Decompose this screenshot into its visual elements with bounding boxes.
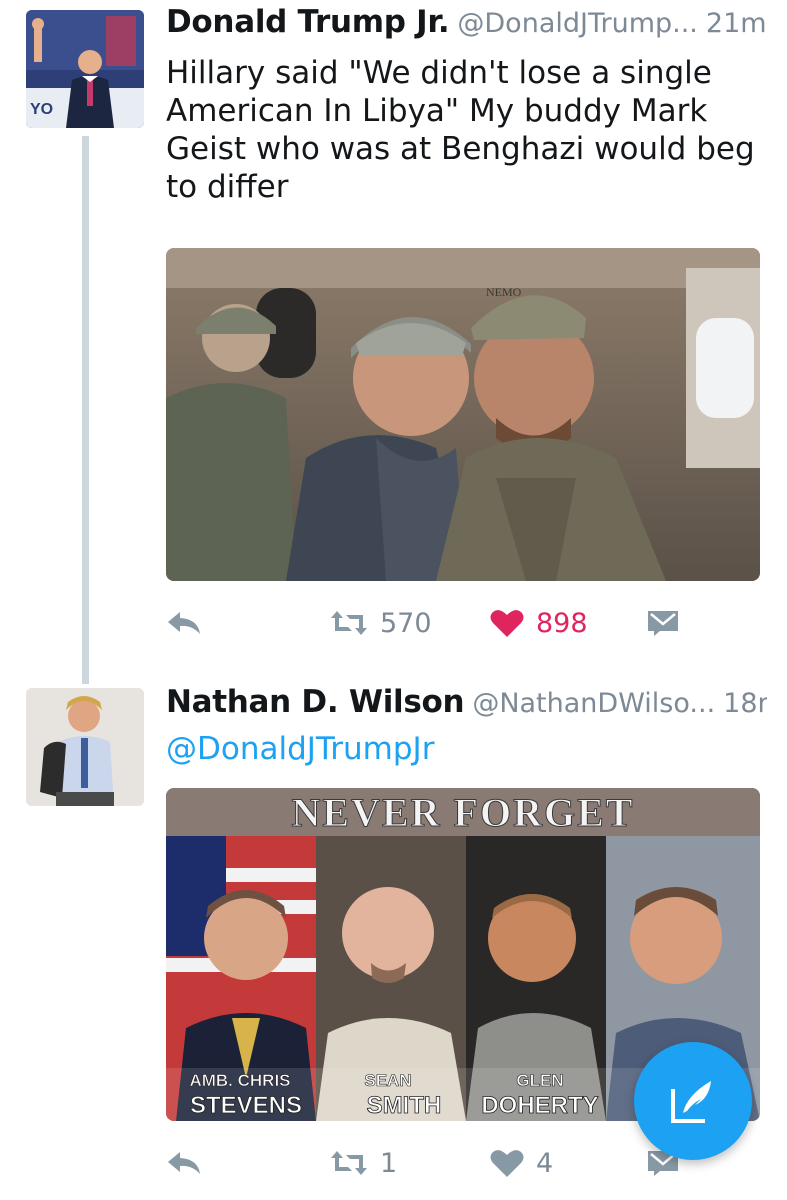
tweet-actions: 570 898 <box>166 603 760 643</box>
caption-line2: DOHERTY <box>481 1092 598 1119</box>
compose-tweet-icon <box>671 1081 711 1123</box>
avatar[interactable] <box>26 688 144 806</box>
photo-airplane-selfie: NEMO <box>166 248 760 581</box>
tweet-header: Donald Trump Jr. @DonaldJTrump... 21m <box>166 4 767 50</box>
author-name[interactable]: Donald Trump Jr. <box>166 4 450 40</box>
avatar[interactable]: YO <box>26 10 144 128</box>
heart-icon <box>490 610 524 637</box>
author-handle[interactable]: @DonaldJTrump... <box>457 8 698 39</box>
caption-line1: AMB. CHRIS <box>189 1071 290 1090</box>
retweet-icon <box>331 1151 367 1175</box>
svg-text:NEMO: NEMO <box>486 285 522 299</box>
direct-message-button[interactable] <box>646 603 680 643</box>
author-name[interactable]: Nathan D. Wilson <box>166 684 465 720</box>
direct-message-icon <box>648 611 678 636</box>
tweet[interactable]: YO Donald Trump Jr. @DonaldJTrump... 21m H… <box>0 0 787 680</box>
retweet-count: 570 <box>380 607 432 639</box>
author-handle[interactable]: @NathanDWilso... <box>472 688 715 719</box>
retweet-count: 1 <box>380 1147 398 1179</box>
timestamp[interactable]: 18m <box>723 688 767 719</box>
image-headline: NEVER FORGET <box>292 790 635 835</box>
avatar-image <box>26 688 144 806</box>
compose-tweet-button[interactable] <box>634 1042 752 1160</box>
like-count: 4 <box>536 1147 554 1179</box>
mention-link[interactable]: @DonaldJTrumpJr <box>166 730 434 768</box>
caption-line2: SMITH <box>367 1092 442 1119</box>
retweet-button[interactable]: 1 <box>330 1143 397 1183</box>
like-button[interactable]: 898 <box>490 603 588 643</box>
heart-icon <box>490 1150 524 1177</box>
avatar-banner-text: YO <box>30 101 53 118</box>
tweet-text: Hillary said "We didn't lose a single Am… <box>166 55 755 205</box>
like-count: 898 <box>536 607 588 639</box>
reply-button[interactable] <box>166 603 202 643</box>
avatar-image: YO <box>26 10 144 128</box>
like-button[interactable]: 4 <box>490 1143 553 1183</box>
reply-button[interactable] <box>166 1143 202 1183</box>
caption-line1: GLEN <box>516 1071 563 1090</box>
retweet-icon <box>331 611 367 635</box>
reply-icon <box>168 1152 200 1174</box>
caption-line1: SEAN <box>364 1071 411 1090</box>
reply-icon <box>168 612 200 634</box>
tweet-header: Nathan D. Wilson@NathanDWilso... 18m <box>166 684 767 730</box>
timestamp[interactable]: 21m <box>706 8 767 39</box>
caption-line2: STEVENS <box>190 1092 302 1119</box>
tweet-photo[interactable]: NEMO <box>166 248 760 581</box>
retweet-button[interactable]: 570 <box>330 603 432 643</box>
